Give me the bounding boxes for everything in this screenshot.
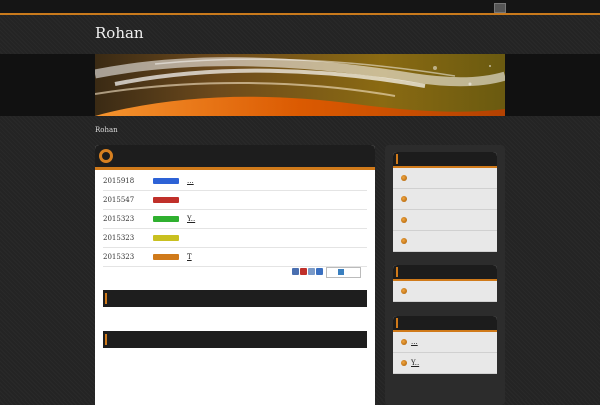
site-title[interactable]: Rohan (95, 24, 144, 42)
widget-link[interactable]: ... (411, 338, 418, 346)
bullet-icon (401, 288, 407, 294)
news-item[interactable]: 2015323 (103, 229, 367, 248)
category-label (153, 178, 179, 184)
main-content-panel: 2015918 ... 2015547 2015323 Y.. 2015323 … (95, 145, 375, 405)
news-date: 2015918 (103, 177, 135, 185)
category-label (153, 235, 179, 241)
accent-marker (396, 267, 398, 277)
breadcrumb[interactable]: Rohan (95, 126, 118, 134)
sidebar-widget (393, 265, 497, 302)
share-buttons (292, 267, 362, 278)
sidebar-widget (393, 152, 497, 252)
accent-marker (396, 154, 398, 164)
bullet-icon (401, 217, 407, 223)
category-label (153, 197, 179, 203)
news-item[interactable]: 2015323 T (103, 248, 367, 267)
widget-item[interactable]: Y.. (393, 353, 497, 374)
widget-item[interactable]: ... (393, 332, 497, 353)
hatena-icon[interactable] (300, 268, 307, 275)
widget-header (393, 152, 497, 168)
news-link[interactable]: ... (187, 177, 194, 185)
category-label (153, 216, 179, 222)
news-link[interactable]: T (187, 253, 192, 261)
facebook-share-icon[interactable] (338, 269, 344, 275)
bullet-icon (401, 360, 407, 366)
link-icon[interactable] (316, 268, 323, 275)
accent-marker (396, 318, 398, 328)
bullet-icon (401, 238, 407, 244)
news-link[interactable]: Y.. (187, 215, 195, 223)
news-list: 2015918 ... 2015547 2015323 Y.. 2015323 … (103, 172, 367, 267)
news-item[interactable]: 2015547 (103, 191, 367, 210)
bullet-icon (401, 175, 407, 181)
top-bar (0, 0, 600, 15)
news-date: 2015323 (103, 234, 135, 242)
news-date: 2015323 (103, 253, 135, 261)
bullet-icon (401, 339, 407, 345)
accent-marker (105, 293, 107, 304)
facebook-share-box[interactable] (326, 267, 361, 278)
sidebar-widget: ... Y.. (393, 316, 497, 374)
widget-item[interactable] (393, 168, 497, 189)
sidebar: ... Y.. (385, 145, 505, 405)
section-header (103, 290, 367, 307)
news-date: 2015547 (103, 196, 135, 204)
news-header (95, 145, 375, 170)
widget-link[interactable]: Y.. (411, 359, 419, 367)
widget-item[interactable] (393, 210, 497, 231)
news-item[interactable]: 2015918 ... (103, 172, 367, 191)
widget-header (393, 316, 497, 332)
accent-marker (105, 334, 107, 345)
category-label (153, 254, 179, 260)
pen-icon[interactable] (308, 268, 315, 275)
news-date: 2015323 (103, 215, 135, 223)
header-banner-image (95, 54, 505, 116)
circle-icon (99, 149, 113, 163)
section-header (103, 331, 367, 348)
top-bar-button[interactable] (494, 3, 506, 13)
widget-item[interactable] (393, 231, 497, 252)
widget-item[interactable] (393, 189, 497, 210)
bookmark-icon[interactable] (292, 268, 299, 275)
widget-item[interactable] (393, 281, 497, 302)
news-item[interactable]: 2015323 Y.. (103, 210, 367, 229)
bullet-icon (401, 196, 407, 202)
widget-header (393, 265, 497, 281)
